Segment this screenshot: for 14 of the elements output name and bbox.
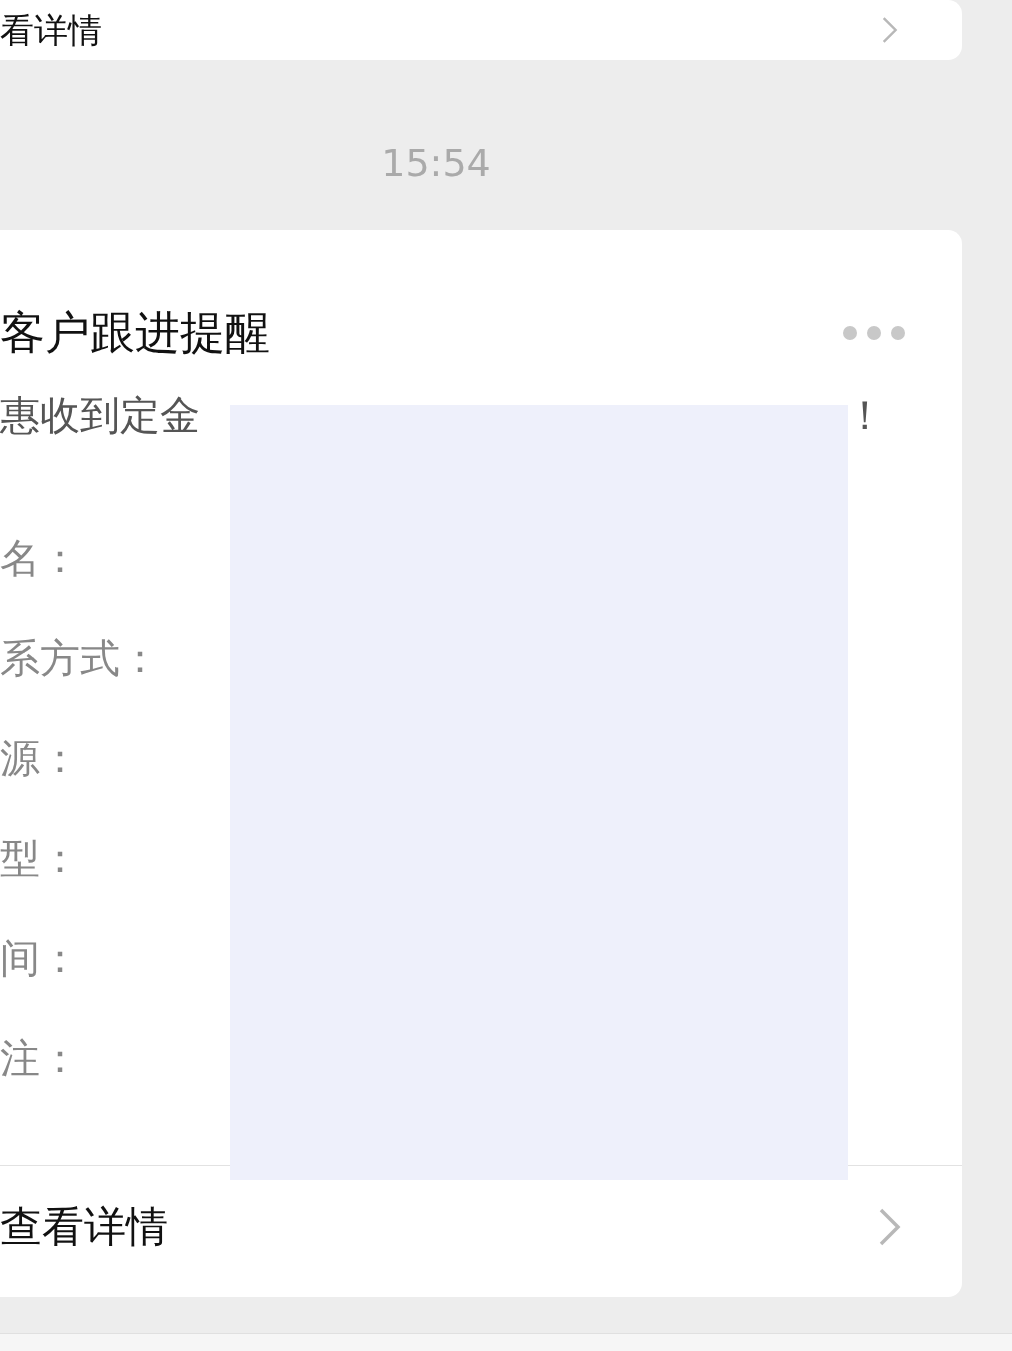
field-label: 名： [0, 534, 80, 583]
field-label: 源： [0, 734, 80, 783]
chevron-right-icon [878, 1207, 902, 1247]
field-label: 注： [0, 1034, 80, 1083]
field-label: 型： [0, 834, 80, 883]
field-label: 系方式： [0, 634, 160, 683]
message-text: ！ [845, 391, 885, 440]
card-title: 客户跟进提醒 [0, 305, 270, 361]
view-details-link[interactable]: 查看详情 [0, 1197, 168, 1257]
message-text: 惠收到定金 [0, 391, 200, 440]
message-time: 15:54 [381, 140, 491, 186]
view-details-link[interactable]: 看详情 [0, 10, 102, 50]
field-label: 间： [0, 934, 80, 983]
more-icon[interactable] [842, 325, 906, 341]
